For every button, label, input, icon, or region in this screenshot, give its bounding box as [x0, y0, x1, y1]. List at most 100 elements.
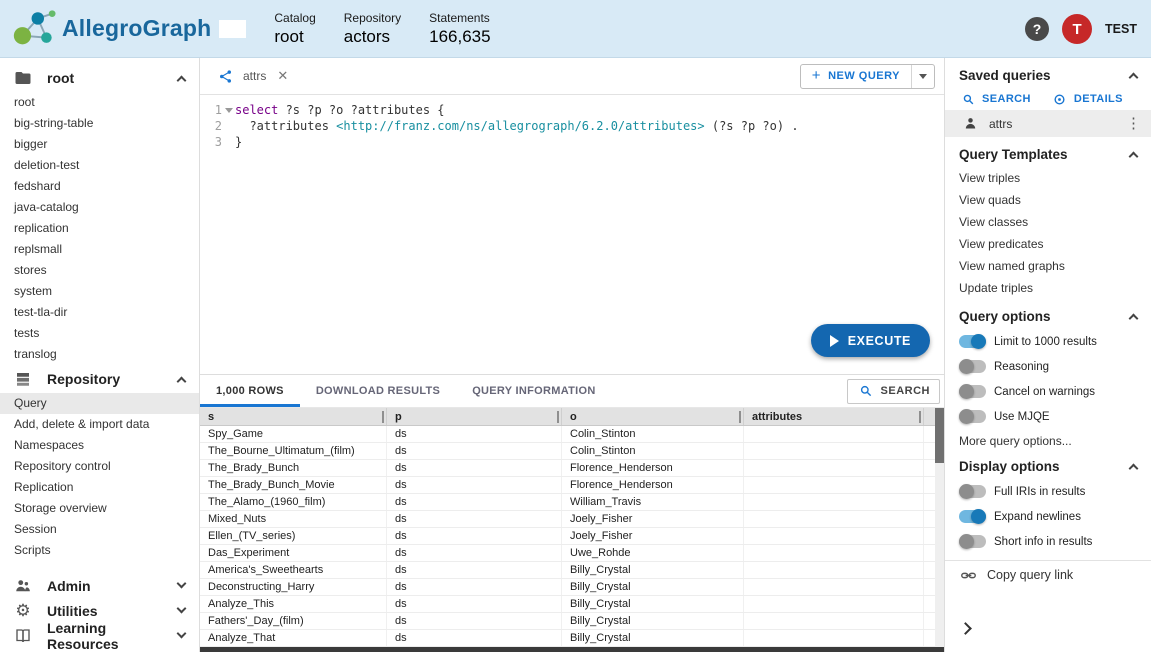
result-row[interactable]: The_Bourne_Ultimatum_(film) ds Colin_Sti… — [200, 443, 944, 460]
repository-section-header[interactable]: Repository — [0, 365, 199, 393]
catalog-section-header[interactable]: root — [0, 64, 199, 92]
toggle-option[interactable]: Use MJQE — [945, 404, 1151, 429]
result-row[interactable]: Deconstructing_Harry ds Billy_Crystal — [200, 579, 944, 596]
toggle-switch[interactable] — [959, 510, 986, 523]
repository-item[interactable]: Scripts — [0, 540, 199, 561]
toggle-switch[interactable] — [959, 410, 986, 423]
query-options-header[interactable]: Query options — [945, 303, 1151, 329]
catalog-item[interactable]: big-string-table — [0, 113, 199, 134]
close-icon[interactable]: ✕ — [277, 68, 288, 84]
result-row[interactable]: Ellen_(TV_series) ds Joely_Fisher — [200, 528, 944, 545]
catalog-item[interactable]: system — [0, 281, 199, 302]
chevron-up-icon[interactable] — [1129, 463, 1139, 473]
template-item[interactable]: Update triples — [945, 277, 1151, 299]
saved-queries-details-link[interactable]: DETAILS — [1051, 93, 1123, 106]
results-search-button[interactable]: SEARCH — [847, 379, 940, 404]
new-query-button[interactable]: + NEW QUERY — [800, 64, 935, 89]
query-tab-attrs[interactable]: attrs ✕ — [200, 58, 304, 94]
column-resize-handle[interactable] — [919, 411, 921, 423]
toggle-option[interactable]: Short info in results — [945, 529, 1151, 554]
chevron-up-icon[interactable] — [1129, 313, 1139, 323]
saved-queries-search-link[interactable]: SEARCH — [959, 93, 1031, 106]
toggle-switch[interactable] — [959, 360, 986, 373]
chevron-up-icon[interactable] — [177, 376, 187, 386]
repository-item[interactable]: Repository control — [0, 456, 199, 477]
result-row[interactable]: Fathers'_Day_(film) ds Billy_Crystal — [200, 613, 944, 630]
column-header-o[interactable]: o — [562, 408, 744, 425]
query-templates-header[interactable]: Query Templates — [945, 141, 1151, 167]
result-row[interactable]: The_Brady_Bunch_Movie ds Florence_Hender… — [200, 477, 944, 494]
kebab-menu-icon[interactable]: ⋮ — [1126, 116, 1141, 131]
repository-item[interactable]: Namespaces — [0, 435, 199, 456]
result-row[interactable]: Analyze_That ds Billy_Crystal — [200, 630, 944, 647]
chevron-up-icon[interactable] — [177, 75, 187, 85]
horizontal-scrollbar[interactable] — [200, 647, 944, 652]
fold-caret-icon[interactable] — [225, 108, 233, 113]
toggle-option[interactable]: Limit to 1000 results — [945, 329, 1151, 354]
display-options-header[interactable]: Display options — [945, 453, 1151, 479]
toggle-switch[interactable] — [959, 335, 986, 348]
repository-item[interactable]: Add, delete & import data — [0, 414, 199, 435]
more-query-options-link[interactable]: More query options... — [945, 429, 1151, 453]
result-row[interactable]: Das_Experiment ds Uwe_Rohde — [200, 545, 944, 562]
toggle-option[interactable]: Full IRIs in results — [945, 479, 1151, 504]
column-resize-handle[interactable] — [382, 411, 384, 423]
avatar[interactable]: T — [1062, 14, 1092, 44]
result-row[interactable]: Mixed_Nuts ds Joely_Fisher — [200, 511, 944, 528]
repository-item[interactable]: Query — [0, 393, 199, 414]
catalog-item[interactable]: replsmall — [0, 239, 199, 260]
code-line-1[interactable]: 1 select ?s ?p ?o ?attributes { — [200, 102, 944, 118]
toggle-option[interactable]: Cancel on warnings — [945, 379, 1151, 404]
results-tab[interactable]: DOWNLOAD RESULTS — [300, 375, 456, 407]
catalog-item[interactable]: translog — [0, 344, 199, 365]
scrollbar-thumb[interactable] — [935, 408, 944, 463]
repository-item[interactable]: Storage overview — [0, 498, 199, 519]
column-resize-handle[interactable] — [557, 411, 559, 423]
chevron-down-icon[interactable] — [177, 579, 187, 589]
repository-item[interactable]: Session — [0, 519, 199, 540]
new-query-dropdown[interactable] — [911, 65, 934, 88]
toggle-switch[interactable] — [959, 485, 986, 498]
toggle-switch[interactable] — [959, 535, 986, 548]
repository-item[interactable]: Replication — [0, 477, 199, 498]
catalog-item[interactable]: bigger — [0, 134, 199, 155]
catalog-item[interactable]: tests — [0, 323, 199, 344]
sidebar-section-learning-resources[interactable]: Learning Resources — [0, 623, 199, 648]
collapse-sidebar-button[interactable] — [961, 620, 970, 638]
catalog-item[interactable]: replication — [0, 218, 199, 239]
template-item[interactable]: View classes — [945, 211, 1151, 233]
column-resize-handle[interactable] — [739, 411, 741, 423]
catalog-item[interactable]: root — [0, 92, 199, 113]
result-row[interactable]: The_Brady_Bunch ds Florence_Henderson — [200, 460, 944, 477]
result-row[interactable]: Spy_Game ds Colin_Stinton — [200, 426, 944, 443]
chevron-down-icon[interactable] — [177, 604, 187, 614]
user-name[interactable]: TEST — [1105, 22, 1137, 36]
catalog-item[interactable]: stores — [0, 260, 199, 281]
toggle-option[interactable]: Reasoning — [945, 354, 1151, 379]
column-header-s[interactable]: s — [200, 408, 387, 425]
toggle-option[interactable]: Expand newlines — [945, 504, 1151, 529]
sidebar-section-admin[interactable]: Admin — [0, 573, 199, 598]
column-header-p[interactable]: p — [387, 408, 562, 425]
repository-value[interactable]: actors — [344, 27, 401, 47]
chevron-down-icon[interactable] — [177, 629, 187, 639]
result-row[interactable]: Analyze_This ds Billy_Crystal — [200, 596, 944, 613]
result-row[interactable]: The_Alamo_(1960_film) ds William_Travis — [200, 494, 944, 511]
catalog-item[interactable]: java-catalog — [0, 197, 199, 218]
toggle-switch[interactable] — [959, 385, 986, 398]
chevron-up-icon[interactable] — [1129, 151, 1139, 161]
template-item[interactable]: View predicates — [945, 233, 1151, 255]
help-icon[interactable]: ? — [1025, 17, 1049, 41]
saved-query-item[interactable]: attrs ⋮ — [945, 110, 1151, 137]
results-tab[interactable]: QUERY INFORMATION — [456, 375, 611, 407]
template-item[interactable]: View quads — [945, 189, 1151, 211]
chevron-up-icon[interactable] — [1129, 72, 1139, 82]
results-tab[interactable]: 1,000 ROWS — [200, 375, 300, 407]
template-item[interactable]: View triples — [945, 167, 1151, 189]
vertical-scrollbar[interactable] — [935, 408, 944, 647]
catalog-item[interactable]: fedshard — [0, 176, 199, 197]
catalog-item[interactable]: test-tla-dir — [0, 302, 199, 323]
template-item[interactable]: View named graphs — [945, 255, 1151, 277]
column-header-attributes[interactable]: attributes — [744, 408, 924, 425]
catalog-item[interactable]: deletion-test — [0, 155, 199, 176]
